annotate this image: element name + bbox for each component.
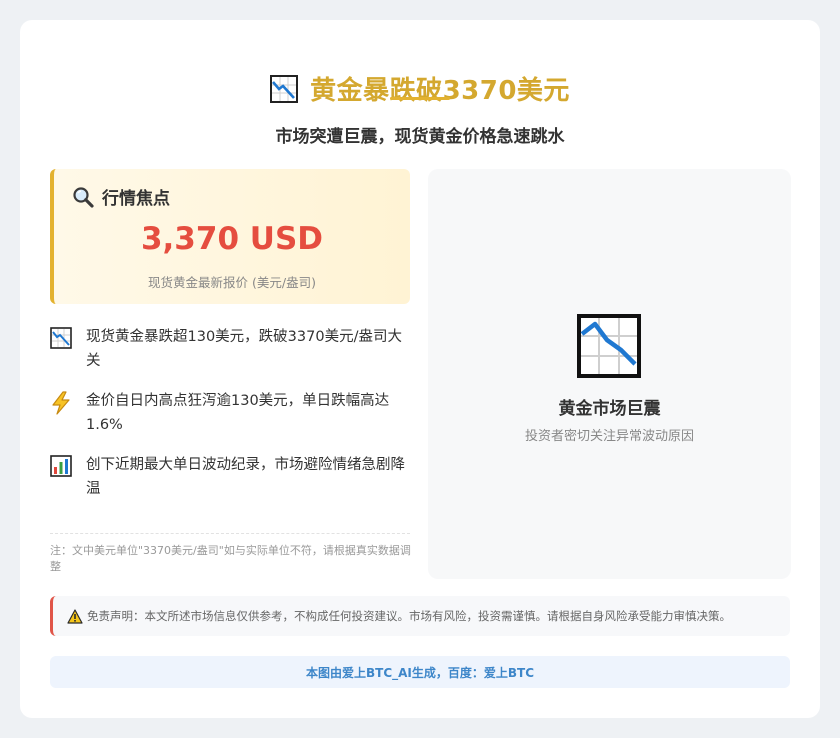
footer-banner: 本图由爱上BTC_AI生成，百度：爱上BTC <box>50 656 790 688</box>
market-focus-box: 行情焦点 3,370 USD 现货黄金最新报价 (美元/盎司) <box>50 169 410 304</box>
list-item: 金价自日内高点狂泻逾130美元，单日跌幅高达1.6% <box>50 389 412 437</box>
lightning-icon <box>50 391 74 415</box>
illustration-panel: 黄金市场巨震 投资者密切关注异常波动原因 <box>428 169 791 579</box>
gold-price: 3,370 USD <box>140 221 324 257</box>
divider <box>50 533 410 534</box>
focus-label: 行情焦点 <box>102 189 170 209</box>
list-item-text: 金价自日内高点狂泻逾130美元，单日跌幅高达1.6% <box>86 393 390 433</box>
main-card: 黄金暴跌破3370美元 市场突遭巨震，现货黄金价格急速跳水 行情焦点 3,370… <box>20 20 820 718</box>
list-item-text: 创下近期最大单日波动纪录，市场避险情绪急剧降温 <box>86 457 405 497</box>
title-row: 黄金暴跌破3370美元 <box>20 70 820 107</box>
unit-note: 注：文中美元单位"3370美元/盎司"如与实际单位不符，请根据真实数据调整 <box>50 544 411 573</box>
footer-text: 本图由爱上BTC_AI生成，百度：爱上BTC <box>305 665 535 680</box>
chart-decreasing-icon <box>270 74 299 103</box>
disclaimer-box: 免责声明：本文所述市场信息仅供参考，不构成任何投资建议。市场有风险，投资需谨慎。… <box>50 596 790 636</box>
magnifier-icon <box>72 186 94 208</box>
panel-subtitle: 投资者密切关注异常波动原因 <box>524 429 694 444</box>
page-title: 黄金暴跌破3370美元 <box>310 76 570 106</box>
list-item: 现货黄金暴跌超130美元，跌破3370美元/盎司大关 <box>50 325 412 373</box>
list-item-text: 现货黄金暴跌超130美元，跌破3370美元/盎司大关 <box>86 329 402 369</box>
panel-title: 黄金市场巨震 <box>558 399 661 419</box>
bar-chart-icon <box>50 455 74 479</box>
chart-decreasing-icon <box>50 327 74 351</box>
price-caption: 现货黄金最新报价 (美元/盎司) <box>148 275 316 290</box>
title-underline <box>390 97 450 100</box>
page-subtitle: 市场突遭巨震，现货黄金价格急速跳水 <box>275 127 565 147</box>
focus-header: 行情焦点 <box>72 184 170 209</box>
chart-decreasing-icon <box>577 314 641 378</box>
warning-icon <box>67 608 83 624</box>
list-item: 创下近期最大单日波动纪录，市场避险情绪急剧降温 <box>50 453 412 501</box>
disclaimer-text: 免责声明：本文所述市场信息仅供参考，不构成任何投资建议。市场有风险，投资需谨慎。… <box>87 609 731 623</box>
